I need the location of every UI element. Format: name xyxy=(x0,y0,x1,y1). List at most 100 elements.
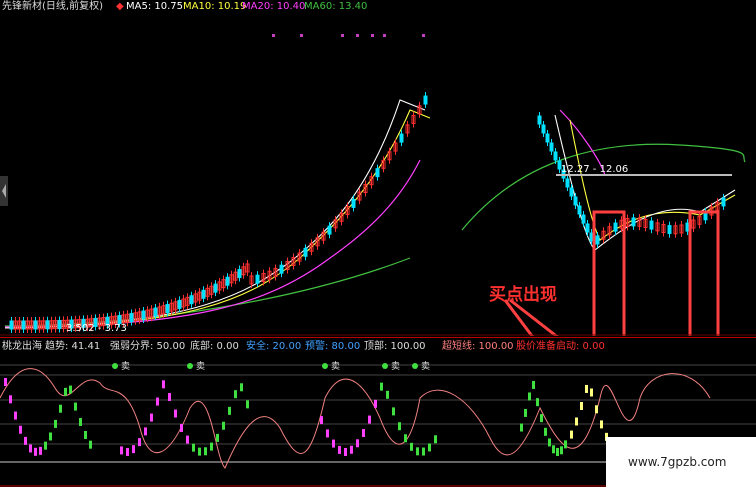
candle-body xyxy=(225,276,230,286)
signal-bar xyxy=(368,415,371,424)
candle-body xyxy=(177,299,182,309)
signal-bar xyxy=(528,392,531,401)
candle-body xyxy=(303,247,308,257)
candle-body xyxy=(721,197,726,207)
signal-bar xyxy=(234,390,237,399)
signal-bar xyxy=(386,390,389,399)
top-marker-dot xyxy=(272,34,275,37)
sell-signal-dot xyxy=(412,363,418,369)
signal-bar xyxy=(168,393,171,402)
signal-bar xyxy=(332,439,335,448)
candle-body xyxy=(545,133,550,143)
sell-signal-dot xyxy=(187,363,193,369)
candle-body xyxy=(375,168,380,178)
signal-bar xyxy=(362,429,365,438)
annotation-arrow-2 xyxy=(509,298,559,336)
signal-bar xyxy=(69,385,72,394)
signal-bar xyxy=(338,445,341,454)
signal-bar xyxy=(540,414,543,423)
candle-body xyxy=(649,220,654,230)
signal-bar xyxy=(556,447,559,456)
signal-bar xyxy=(192,443,195,452)
signal-bar xyxy=(398,422,401,431)
signal-bar xyxy=(428,443,431,452)
watermark-box: www.7gpzb.com xyxy=(606,437,756,487)
signal-bar xyxy=(29,444,32,453)
signal-bar xyxy=(326,429,329,438)
watermark-text: www.7gpzb.com xyxy=(628,455,727,469)
signal-bar xyxy=(54,419,57,428)
signal-bar xyxy=(150,413,153,422)
signal-bar xyxy=(544,427,547,436)
signal-bar xyxy=(132,445,135,454)
candle-body xyxy=(553,151,558,161)
low-price-label: 3.502 - 3.73 xyxy=(66,323,127,334)
signal-bar xyxy=(9,395,12,404)
candle-body xyxy=(279,264,284,274)
signal-bar xyxy=(84,430,87,439)
candle-body xyxy=(565,178,570,188)
signal-bar xyxy=(595,405,598,414)
signal-bar xyxy=(49,432,52,441)
signal-bar xyxy=(44,441,47,450)
signal-bar xyxy=(59,404,62,413)
signal-bar xyxy=(380,382,383,391)
candle-body xyxy=(21,320,26,330)
signal-bar xyxy=(552,445,555,454)
candle-body xyxy=(327,225,332,235)
candle-body xyxy=(153,307,158,317)
price-chart xyxy=(0,34,756,336)
signal-bar xyxy=(548,438,551,447)
top-marker-dot xyxy=(341,34,344,37)
overshort-line xyxy=(0,368,711,469)
candle-body xyxy=(577,205,582,215)
candle-body xyxy=(667,225,672,235)
sell-signal-dot xyxy=(322,363,328,369)
sell-signal-dot xyxy=(112,363,118,369)
signal-bar xyxy=(180,423,183,432)
candle-body xyxy=(569,187,574,197)
candle-body xyxy=(141,310,146,320)
signal-bar xyxy=(19,425,22,434)
sell-signal-dot xyxy=(382,363,388,369)
highlight-box-2 xyxy=(688,210,720,336)
signal-bar xyxy=(344,447,347,456)
signal-bar xyxy=(590,388,593,397)
signal-bar xyxy=(4,378,7,386)
signal-bar xyxy=(570,430,573,439)
signal-bar xyxy=(126,447,129,456)
top-marker-dot xyxy=(356,34,359,37)
signal-bar xyxy=(79,418,82,427)
candle-body xyxy=(573,196,578,206)
signal-bar xyxy=(144,427,147,436)
signal-bar xyxy=(246,400,249,409)
signal-bar xyxy=(198,447,201,456)
signal-bar xyxy=(536,398,539,407)
signal-bar xyxy=(228,406,231,415)
candle-body xyxy=(33,320,38,330)
candle-body xyxy=(45,320,50,330)
stock-chart-window: 先锋新材(日线,前复权) ◆ MA5: 10.75 MA10: 10.19 MA… xyxy=(0,0,756,487)
signal-bar xyxy=(434,435,437,444)
candle-body xyxy=(613,222,618,232)
signal-bar xyxy=(89,440,92,449)
sell-signal-label: 卖 xyxy=(121,361,130,372)
signal-bar xyxy=(39,446,42,455)
signal-bar xyxy=(575,417,578,426)
signal-bar xyxy=(204,447,207,456)
candle-body xyxy=(595,235,600,245)
sell-signal-label: 卖 xyxy=(421,361,430,372)
candle-body xyxy=(165,304,170,314)
candle-body xyxy=(423,95,428,105)
top-marker-dot xyxy=(300,34,303,37)
candle-body xyxy=(213,283,218,293)
top-marker-dot xyxy=(371,34,374,37)
candle-body xyxy=(129,313,134,322)
signal-bar xyxy=(392,407,395,416)
signal-bar xyxy=(585,384,588,393)
candle-body xyxy=(201,289,206,299)
signal-bar xyxy=(600,420,603,429)
signal-bar xyxy=(24,436,27,445)
candle-body xyxy=(537,115,542,125)
signal-bar xyxy=(560,446,563,455)
